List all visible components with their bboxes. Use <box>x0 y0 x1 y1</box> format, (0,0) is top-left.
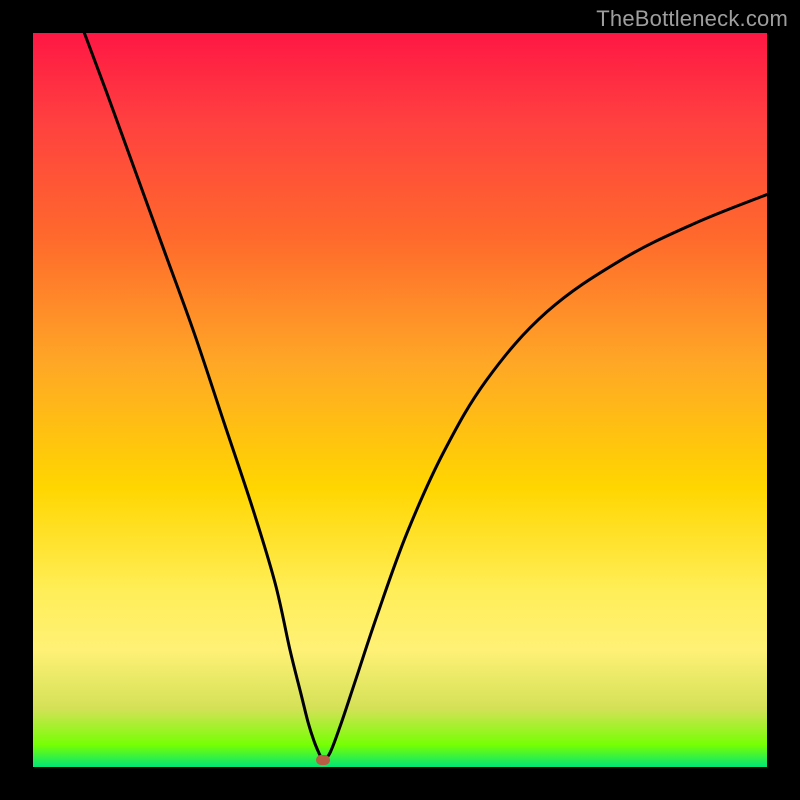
chart-frame: TheBottleneck.com <box>0 0 800 800</box>
minimum-marker <box>316 755 330 765</box>
watermark-text: TheBottleneck.com <box>596 6 788 32</box>
plot-area <box>33 33 767 767</box>
